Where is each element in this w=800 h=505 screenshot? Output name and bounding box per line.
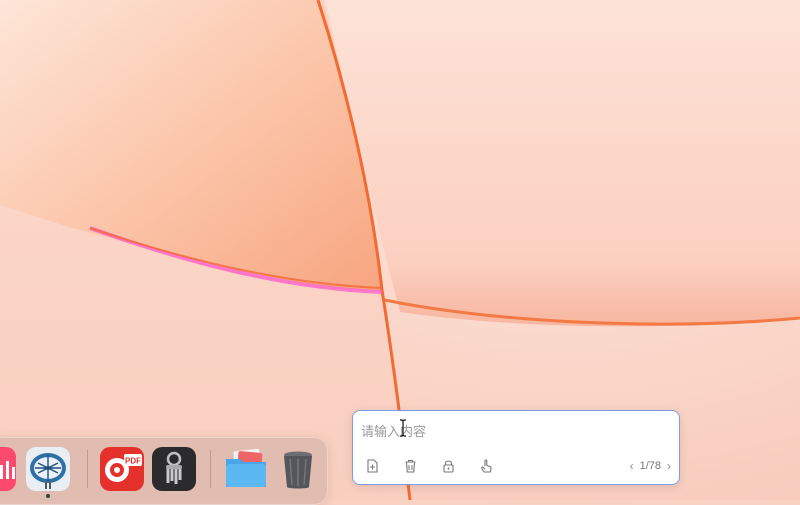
new-file-button[interactable] [363,457,381,475]
dock-separator [210,450,211,488]
dock-app-music[interactable] [0,447,16,491]
hand-pointer-icon [480,459,492,473]
pdf-expert-app-icon: PDF [100,447,144,491]
content-input[interactable] [361,421,661,443]
dock-app-mind-map[interactable] [26,447,70,491]
music-app-icon [0,447,16,491]
lock-button[interactable] [439,457,457,475]
previous-page-button[interactable]: ‹ [630,458,634,474]
mind-map-brain-app-icon [26,447,70,491]
lock-icon [442,460,454,473]
pointer-button[interactable] [477,457,495,475]
pdf-label: PDF [125,457,141,466]
next-page-button[interactable]: › [667,458,671,474]
dock-trash[interactable] [276,447,320,491]
add-file-icon [366,459,378,473]
page-indicator: 1/78 [639,460,661,472]
downloads-folder-icon [226,448,266,487]
trash-icon [405,459,415,473]
dock-downloads-stack[interactable] [224,447,268,491]
dock-app-keychain-access[interactable] [152,447,196,491]
trash-icon [284,451,312,489]
keychain-access-app-icon [152,447,196,491]
note-input-panel: ‹ 1/78 › [352,410,680,485]
delete-button[interactable] [401,457,419,475]
dock-app-pdf-expert[interactable]: PDF [100,447,144,491]
pager: ‹ 1/78 › [630,458,671,474]
running-indicator [46,494,50,498]
dock-separator [87,450,88,488]
